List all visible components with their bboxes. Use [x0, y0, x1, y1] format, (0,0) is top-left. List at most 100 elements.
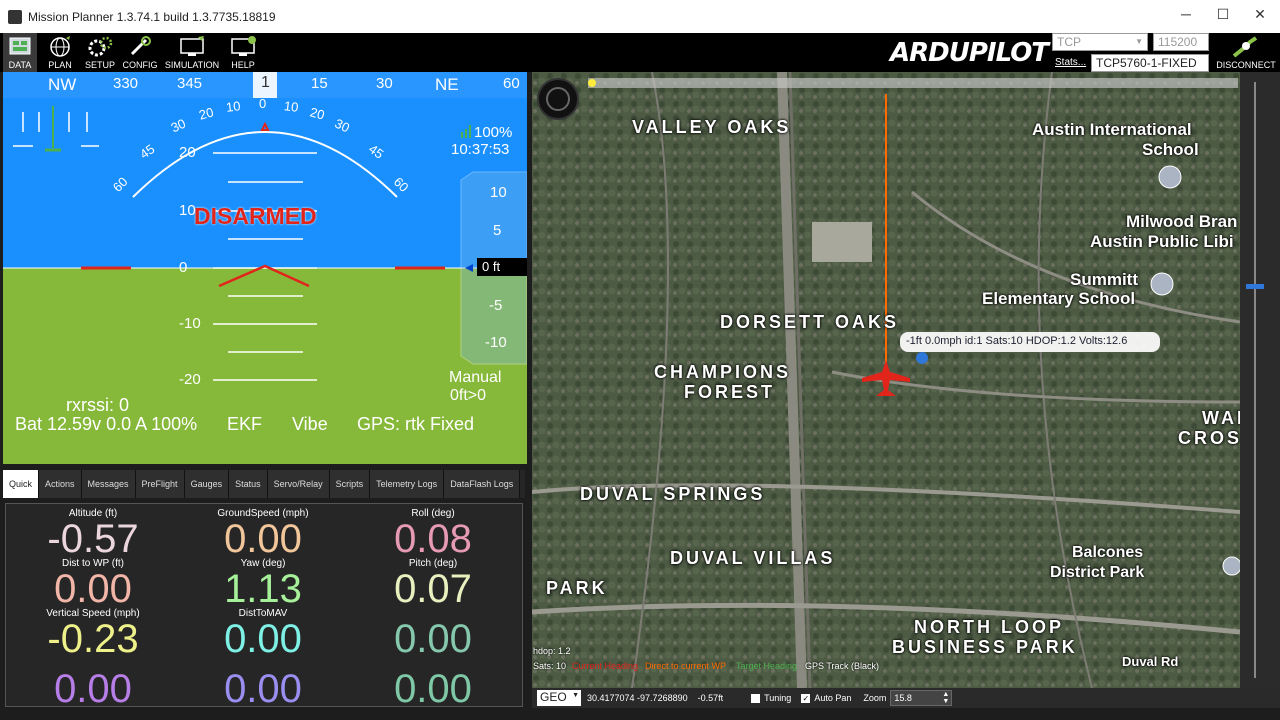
- simulation-icon: [180, 36, 204, 56]
- connection-type-value: TCP: [1057, 35, 1081, 49]
- quick-cell-pitch[interactable]: Pitch (deg) 0.07: [348, 558, 518, 611]
- hdop-readout: hdop: 1.2: [533, 646, 571, 656]
- vehicle-tooltip: -1ft 0.0mph id:1 Sats:10 HDOP:1.2 Volts:…: [906, 335, 1128, 347]
- disconnect-label: DISCONNECT: [1216, 60, 1276, 70]
- quick-cell-vertical-speed[interactable]: Vertical Speed (mph) -0.23: [8, 608, 178, 659]
- map-label-elementary: Elementary School: [982, 289, 1136, 308]
- roll-mark-10r: 10: [283, 98, 300, 115]
- tab-gauges[interactable]: Gauges: [184, 470, 230, 498]
- quick-cell-dist-to-mav[interactable]: DistToMAV 0.00: [178, 608, 348, 661]
- disconnect-button[interactable]: DISCONNECT: [1215, 36, 1277, 72]
- map-zoom-scrollbar[interactable]: [1240, 72, 1280, 688]
- help-button[interactable]: HELP: [225, 33, 261, 72]
- quick-value: 0.08: [394, 517, 472, 561]
- scroll-track: [1254, 82, 1256, 678]
- tab-servo-relay[interactable]: Servo/Relay: [267, 470, 330, 498]
- quick-cell-groundspeed[interactable]: GroundSpeed (mph) 0.00: [178, 508, 348, 561]
- baud-select[interactable]: 115200: [1153, 33, 1209, 51]
- heading-label-15: 15: [311, 75, 328, 92]
- map-label-district-park: District Park: [1050, 564, 1145, 581]
- quick-cell-roll[interactable]: Roll (deg) 0.08: [348, 508, 518, 561]
- zoom-input[interactable]: 15.8 ▲ ▼: [890, 690, 953, 706]
- quick-value: 0.07: [394, 567, 472, 611]
- map-label-cros: CROS: [1178, 428, 1240, 448]
- pitch-label-0: 0: [179, 259, 188, 276]
- plug-icon: [1232, 36, 1258, 58]
- tab-telemetry-logs[interactable]: Telemetry Logs: [370, 470, 445, 498]
- port-value: TCP5760-1-FIXED: [1096, 56, 1197, 70]
- vibe-indicator[interactable]: Vibe: [292, 414, 328, 435]
- data-button[interactable]: DATA: [3, 33, 37, 72]
- map-label-champions: CHAMPIONS: [654, 362, 792, 382]
- tab-preflight[interactable]: PreFlight: [135, 470, 185, 498]
- chevron-down-icon: ▼: [1135, 37, 1143, 46]
- map-label-business-park: BUSINESS PARK: [892, 637, 1078, 657]
- quick-cell-10[interactable]: 0.00: [8, 658, 178, 709]
- tab-quick[interactable]: Quick: [3, 470, 39, 498]
- pitch-label-m10: -10: [179, 315, 201, 332]
- arming-status: DISARMED: [194, 203, 317, 229]
- gps-status: GPS: rtk Fixed: [357, 414, 475, 434]
- globe-icon: [50, 36, 70, 57]
- port-select[interactable]: TCP5760-1-FIXED: [1091, 54, 1209, 72]
- maximize-button[interactable]: ☐: [1209, 6, 1237, 23]
- map-label-milwood: Milwood Bran: [1126, 212, 1238, 231]
- coord-mode-value: GEO: [540, 690, 567, 704]
- stats-link[interactable]: Stats...: [1055, 57, 1086, 68]
- quick-cell-12[interactable]: 0.00: [348, 658, 518, 709]
- coords-readout: 30.4177074 -97.7268890: [587, 693, 688, 703]
- close-button[interactable]: ✕: [1246, 6, 1274, 23]
- map-view[interactable]: VALLEY OAKS Austin International School …: [532, 72, 1240, 688]
- quick-cell-altitude[interactable]: Altitude (ft) -0.57: [8, 508, 178, 559]
- tab-messages[interactable]: Messages: [81, 470, 136, 498]
- help-label: HELP: [231, 60, 255, 70]
- map-label-duval-villas: DUVAL VILLAS: [670, 548, 836, 568]
- zoom-slider-thumb[interactable]: [1246, 284, 1264, 289]
- alt-tick-m10: -10: [485, 334, 507, 351]
- map-label-north-loop: NORTH LOOP: [914, 617, 1064, 637]
- quick-value: 0.00: [224, 517, 302, 561]
- quick-value: 0.00: [224, 617, 302, 661]
- zoom-value: 15.8: [894, 693, 912, 703]
- quick-value: 1.13: [224, 567, 302, 611]
- mission-planner-window: Mission Planner 1.3.74.1 build 1.3.7735.…: [0, 0, 1280, 720]
- chevron-down-icon: ▼: [572, 692, 579, 699]
- quick-value: 0.00: [224, 667, 302, 711]
- setup-button[interactable]: SETUP: [82, 33, 118, 72]
- ekf-indicator[interactable]: EKF: [227, 414, 262, 435]
- roll-mark-0: 0: [259, 96, 267, 111]
- autopan-checkbox[interactable]: ✓: [801, 693, 811, 703]
- heading-label-ne: NE: [435, 75, 459, 94]
- baud-value: 115200: [1158, 35, 1198, 49]
- pitch-label-20: 20: [179, 144, 196, 161]
- zoom-label: Zoom: [863, 693, 887, 703]
- tuning-checkbox[interactable]: [751, 693, 761, 703]
- quick-cell-yaw[interactable]: Yaw (deg) 1.13: [178, 558, 348, 611]
- pitch-label-m20: -20: [179, 371, 201, 388]
- altitude-readout: 0 ft: [482, 259, 501, 274]
- data-icon: [9, 37, 31, 55]
- quick-cell-9[interactable]: 0.00: [348, 608, 518, 659]
- tab-actions[interactable]: Actions: [39, 470, 82, 498]
- title-bar: Mission Planner 1.3.74.1 build 1.3.7735.…: [0, 0, 1280, 33]
- map-label-dorsett-oaks: DORSETT OAKS: [720, 312, 900, 332]
- simulation-button[interactable]: SIMULATION: [164, 33, 220, 72]
- tab-dataflash-logs[interactable]: DataFlash Logs: [444, 470, 521, 498]
- rxrssi: rxrssi: 0: [66, 395, 129, 415]
- tab-scripts[interactable]: Scripts: [329, 470, 371, 498]
- connection-type-select[interactable]: TCP ▼: [1052, 33, 1148, 51]
- spinner-icon[interactable]: ▲ ▼: [942, 691, 949, 705]
- quick-cell-11[interactable]: 0.00: [178, 658, 348, 711]
- minimize-button[interactable]: ─: [1172, 6, 1200, 22]
- map-label-wai: WAI: [1202, 408, 1240, 428]
- tab-status[interactable]: Status: [229, 470, 268, 498]
- help-icon: [231, 36, 256, 56]
- coord-mode-select[interactable]: GEO ▼: [537, 690, 581, 706]
- quick-value: 0.00: [54, 567, 132, 611]
- plan-button[interactable]: PLAN: [42, 33, 78, 72]
- legend-gps-track: GPS Track (Black): [805, 661, 880, 671]
- tuning-label: Tuning: [764, 693, 792, 703]
- quick-cell-dist-to-wp[interactable]: Dist to WP (ft) 0.00: [8, 558, 178, 611]
- main-toolbar: DATA PLAN SETUP CONFIG SIMULATION HELP A…: [0, 33, 1280, 72]
- config-button[interactable]: CONFIG: [120, 33, 160, 72]
